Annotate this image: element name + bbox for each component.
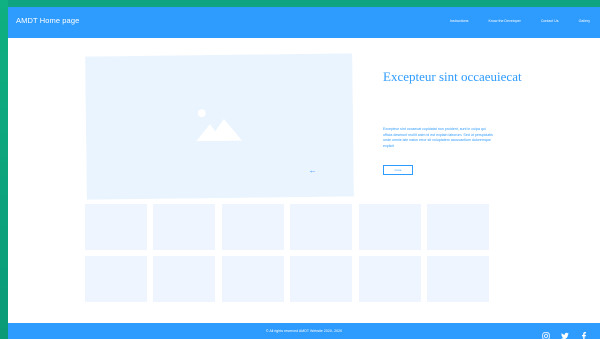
brand-title[interactable]: AMDT Home page <box>16 16 79 25</box>
hero-image-placeholder: ← <box>85 53 354 200</box>
site-header: AMDT Home page Instructions Know the Dev… <box>8 7 600 38</box>
copyright-text: © All rights reserved AMDT Website 2020-… <box>265 329 343 333</box>
web-page: AMDT Home page Instructions Know the Dev… <box>8 7 600 339</box>
nav-contact-us[interactable]: Contact Us <box>541 19 559 23</box>
gallery-tile[interactable] <box>290 256 353 302</box>
gallery-tile[interactable] <box>358 256 421 302</box>
nav-know-developer[interactable]: Know the Developer <box>488 19 520 23</box>
gallery-tile[interactable] <box>85 204 147 250</box>
more-button[interactable]: more <box>383 165 413 175</box>
gallery-tile[interactable] <box>426 256 489 302</box>
gallery-tile[interactable] <box>358 204 421 250</box>
instagram-icon[interactable] <box>542 327 550 339</box>
twitter-icon[interactable] <box>561 327 569 339</box>
window-edge <box>0 0 8 339</box>
hero-title: Excepteur sint occaeuiecat <box>383 69 522 84</box>
gallery-tile[interactable] <box>426 204 489 250</box>
gallery-tile[interactable] <box>153 256 216 302</box>
gallery-tile[interactable] <box>85 256 147 302</box>
main-nav: Instructions Know the Developer Contact … <box>450 19 590 23</box>
gallery-tile[interactable] <box>290 204 353 250</box>
image-mountain-icon <box>196 118 243 142</box>
hero-description: Excepteur sint occaecat cupidatat non pr… <box>383 127 493 149</box>
facebook-icon[interactable] <box>580 327 588 339</box>
nav-gallery[interactable]: Gallery <box>579 19 590 23</box>
image-sun-icon <box>197 109 206 118</box>
social-links <box>542 327 588 339</box>
site-footer: © All rights reserved AMDT Website 2020-… <box>8 323 600 339</box>
arrow-left-icon[interactable]: ← <box>308 166 316 175</box>
gallery-tile[interactable] <box>221 256 284 302</box>
gallery-grid <box>85 204 489 302</box>
gallery-tile[interactable] <box>221 204 284 250</box>
gallery-tile[interactable] <box>153 204 216 250</box>
nav-instructions[interactable]: Instructions <box>450 19 468 23</box>
